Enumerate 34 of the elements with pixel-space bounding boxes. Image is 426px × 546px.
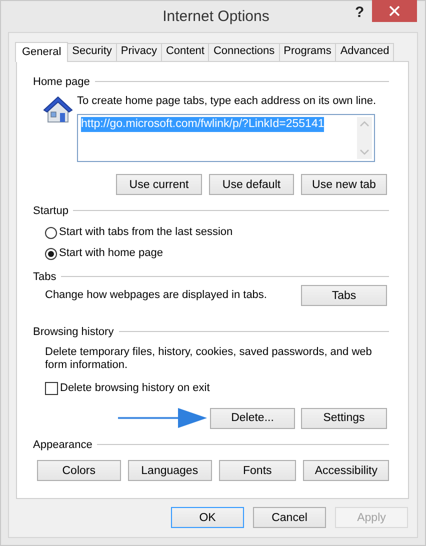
instruction-text: To create home page tabs, type each address on its own line. <box>77 94 376 109</box>
dialog-button[interactable]: Cancel <box>253 507 326 528</box>
tab[interactable]: General <box>15 42 68 62</box>
group-label: Appearance <box>33 438 92 450</box>
group-label: Tabs <box>33 270 56 282</box>
tab[interactable]: Advanced <box>335 43 394 61</box>
description-text: Change how webpages are displayed in tabs. <box>45 288 267 303</box>
house-icon <box>42 95 74 125</box>
action-button[interactable]: Delete... <box>210 408 295 428</box>
action-button[interactable]: Use default <box>209 174 294 195</box>
help-button[interactable]: ? <box>355 4 364 21</box>
url-text: http://go.microsoft.com/fwlink/p/?LinkId=255141 <box>81 117 324 132</box>
close-icon <box>389 6 400 16</box>
tabs-button[interactable]: Tabs <box>301 285 387 306</box>
window-title: Internet Options <box>162 8 270 25</box>
radio-label[interactable]: Start with home page <box>59 246 163 261</box>
action-button[interactable]: Use current <box>116 174 202 195</box>
appearance-button[interactable]: Colors <box>37 460 121 481</box>
group-label: Startup <box>33 204 68 216</box>
group-label: Browsing history <box>33 326 114 338</box>
appearance-button[interactable]: Accessibility <box>303 460 389 481</box>
close-button[interactable] <box>372 0 417 22</box>
checkbox-label[interactable]: Delete browsing history on exit <box>60 381 210 396</box>
radio-button[interactable] <box>45 248 57 260</box>
action-button[interactable]: Settings <box>301 408 387 428</box>
appearance-button[interactable]: Fonts <box>218 460 296 481</box>
group-label: Home page <box>33 76 90 88</box>
dialog-button[interactable]: OK <box>171 507 244 528</box>
action-button[interactable]: Use new tab <box>301 174 387 195</box>
checkbox[interactable] <box>45 382 58 395</box>
radio-button[interactable] <box>45 226 57 238</box>
description-text: Delete temporary files, history, cookies, saved passwords, and web form information. <box>45 346 373 372</box>
appearance-button[interactable]: Languages <box>128 460 212 481</box>
radio-label[interactable]: Start with tabs from the last session <box>59 225 233 240</box>
